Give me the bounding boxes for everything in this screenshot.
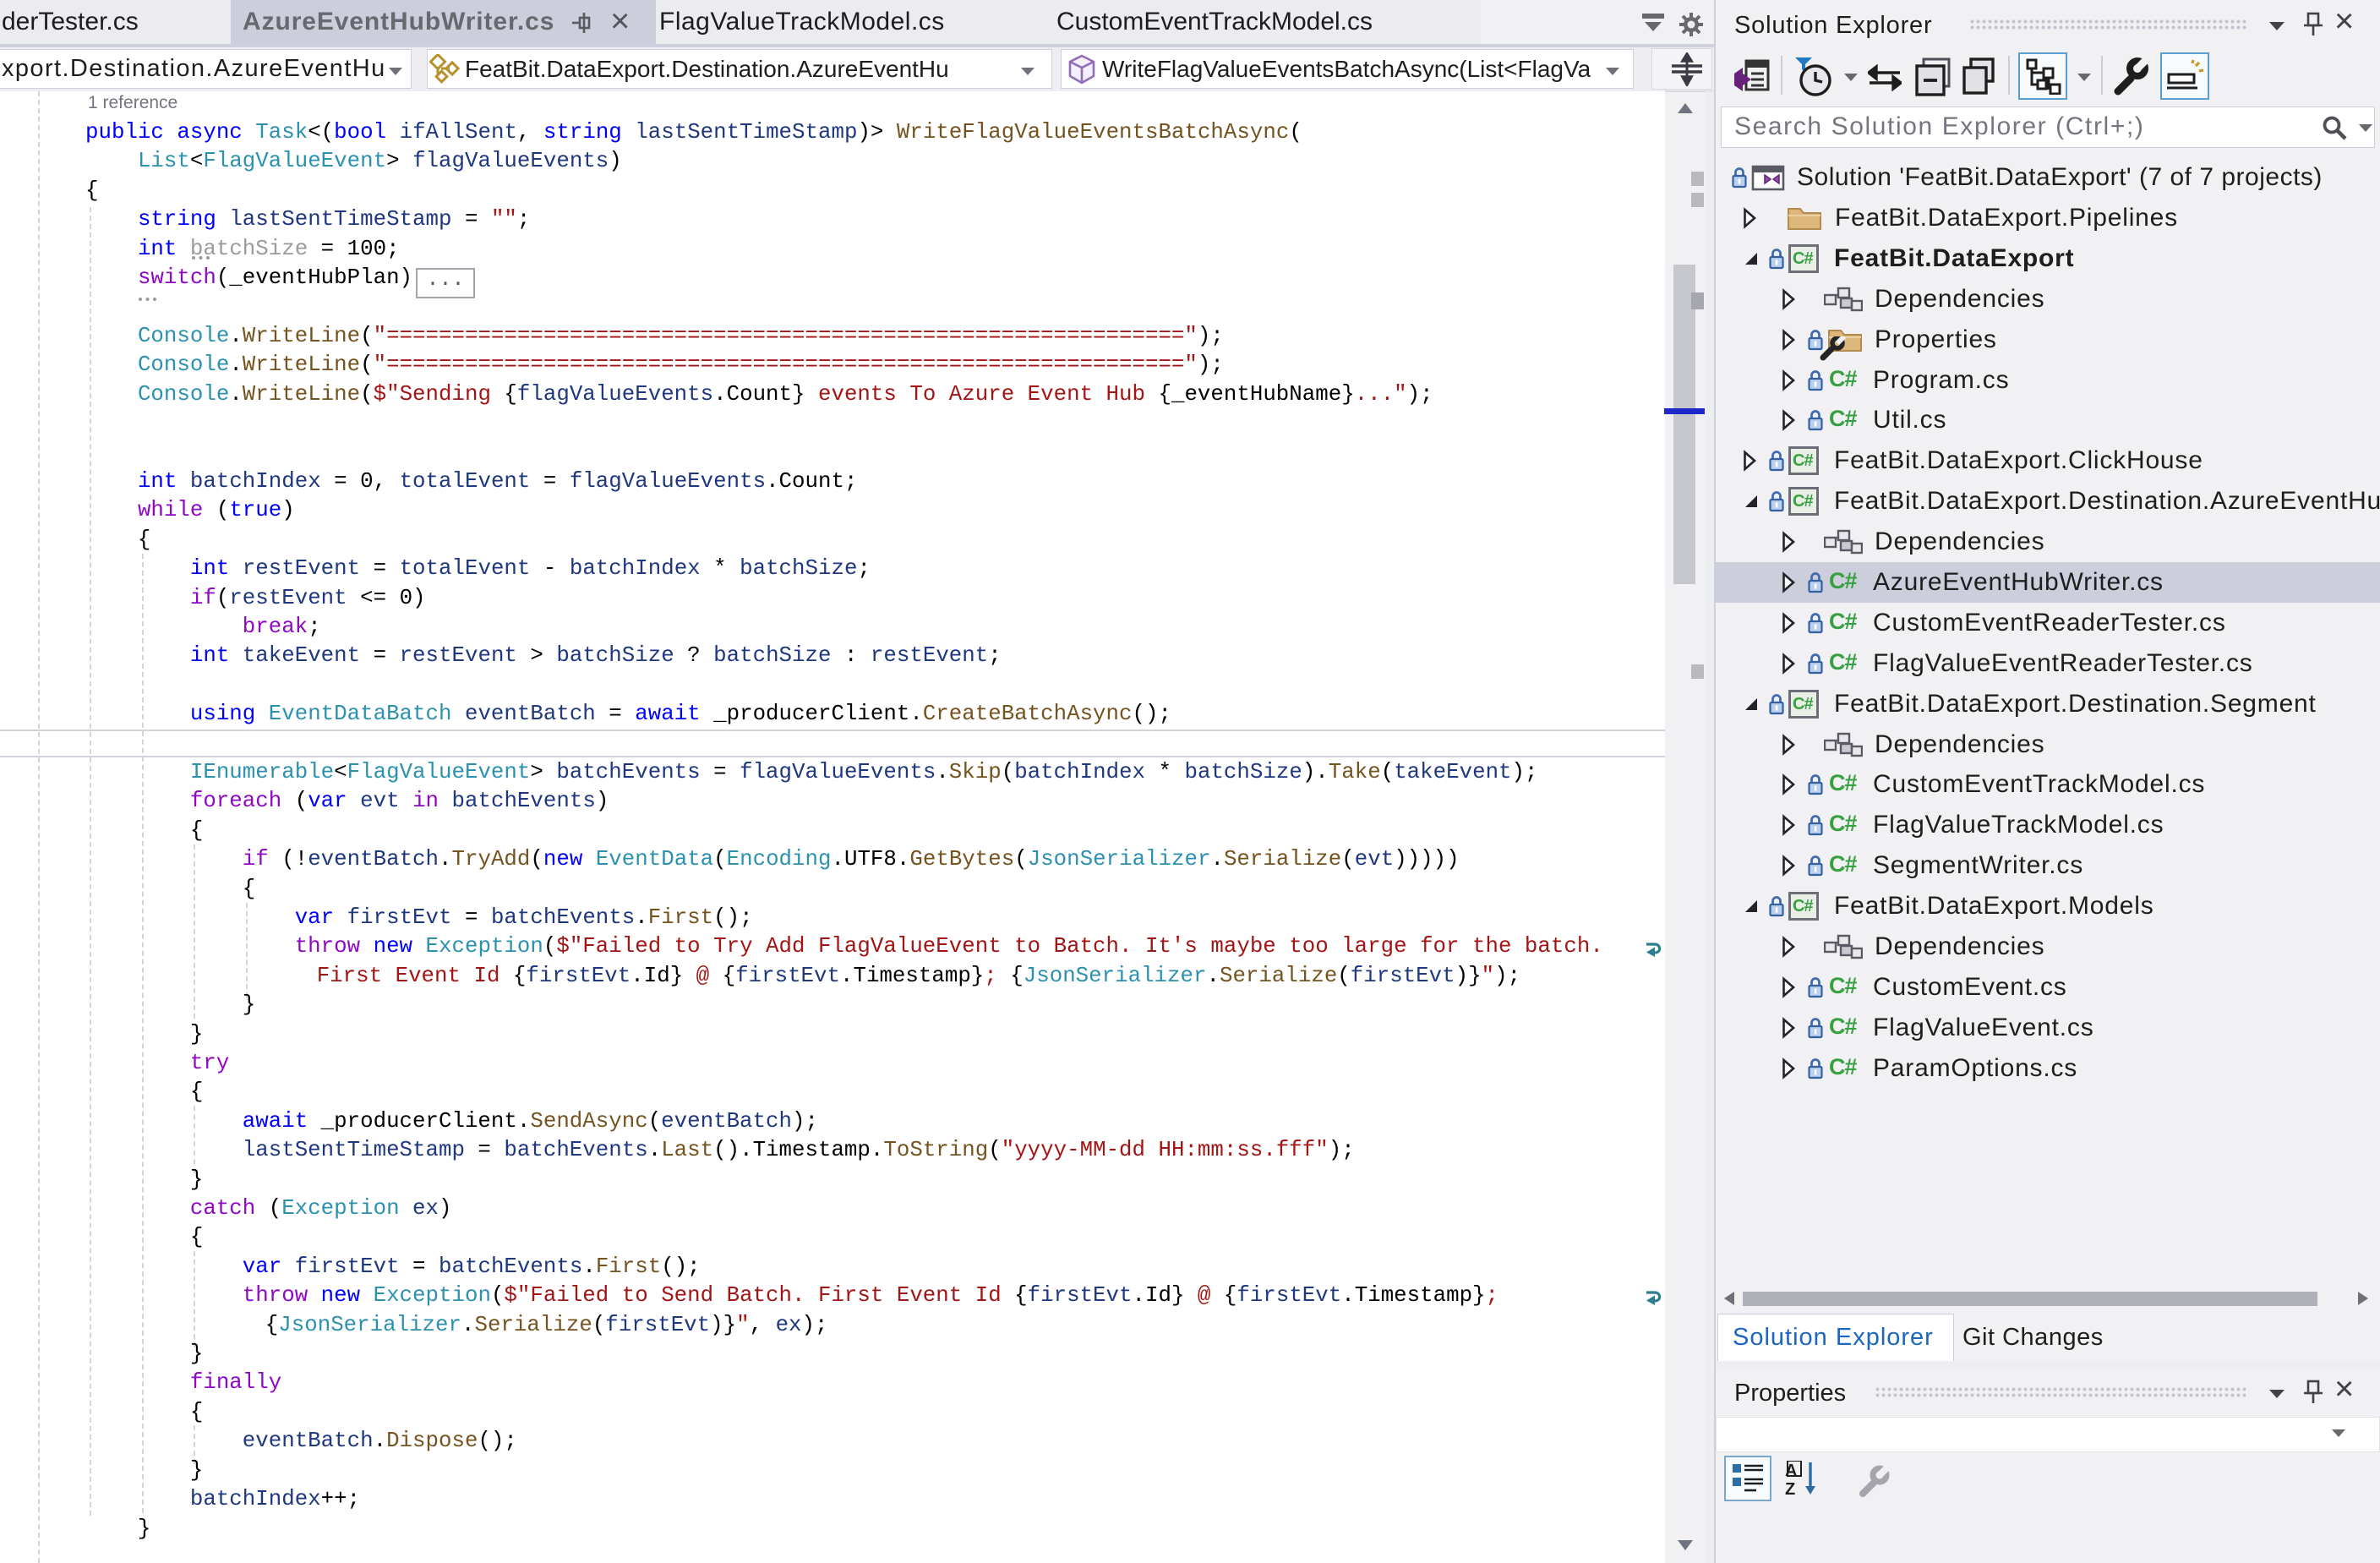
svg-text:Z: Z	[1785, 1480, 1795, 1496]
